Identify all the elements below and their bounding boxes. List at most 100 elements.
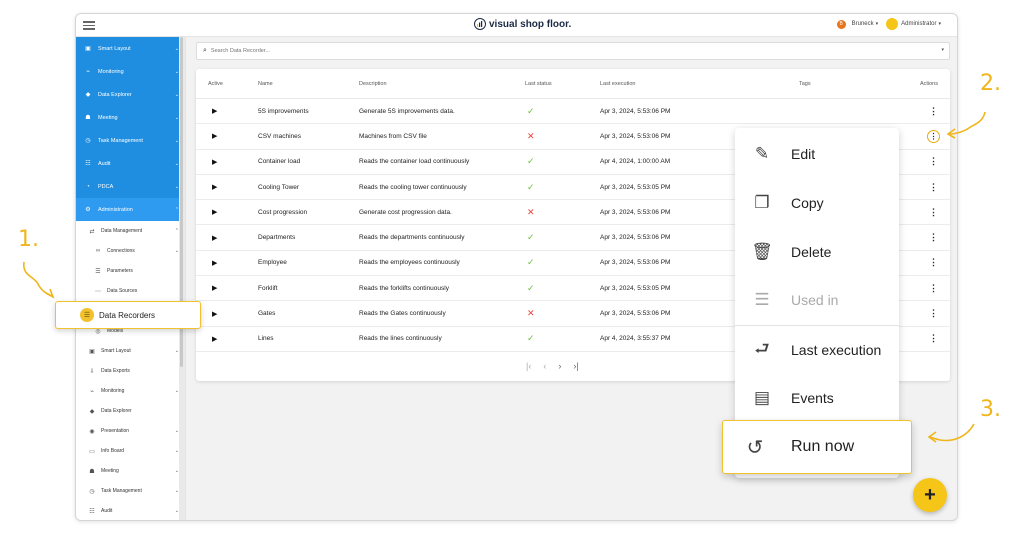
sidebar-item-connections[interactable]: ∞ Connections ⌄ (76, 241, 185, 261)
menu-item-label: Delete (791, 244, 832, 260)
pdca-icon: ◔ (86, 183, 90, 190)
next-page-icon[interactable]: › (558, 361, 561, 371)
play-icon[interactable]: ▶ (212, 311, 217, 318)
play-icon[interactable]: ▶ (212, 184, 217, 191)
sidebar-main-nav: ▣ Smart Layout ⌄ ⌁ Monitoring ⌄ ◆ Data Explor… (76, 37, 185, 221)
menu-item-last-execution[interactable]: ⮐ Last execution (735, 326, 899, 374)
play-icon[interactable]: ▶ (212, 209, 217, 216)
play-icon[interactable]: ▶ (212, 285, 217, 292)
last-page-icon[interactable]: ›| (573, 361, 578, 371)
sidebar-item-presentation[interactable]: ◉ Presentation ⌄ (76, 421, 185, 441)
sidebar-item-pdca[interactable]: ◔ PDCA ⌄ (76, 175, 185, 198)
pencil-icon: ✎ (754, 144, 770, 163)
sidebar-item-monitoring[interactable]: ⌁ Monitoring ⌄ (76, 60, 185, 83)
sidebar-item-info-board[interactable]: ▭ Info Board ⌄ (76, 441, 185, 461)
brand-logo-icon (474, 18, 486, 30)
admin-avatar-icon (886, 18, 899, 30)
check-icon: ✓ (527, 105, 535, 116)
first-page-icon[interactable]: |‹ (526, 361, 531, 371)
more-vert-icon[interactable]: ⋮ (929, 106, 938, 116)
menu-item-label: Edit (791, 146, 816, 162)
play-icon[interactable]: ▶ (212, 108, 217, 115)
more-vert-icon[interactable]: ⋮ (929, 156, 938, 166)
annotation-arrow-2 (946, 111, 986, 139)
meeting-icon: ☗ (89, 468, 95, 475)
more-vert-icon[interactable]: ⋮ (927, 129, 940, 143)
more-vert-icon[interactable]: ⋮ (929, 257, 938, 267)
play-icon[interactable]: ▶ (212, 260, 217, 267)
row-name: Forklift (258, 284, 278, 292)
sidebar-item-data-management[interactable]: ⇄ Data Management ⌃ (76, 221, 185, 241)
sidebar-item-data-recorders[interactable]: ☰ Data Recorders (55, 301, 201, 329)
header-description[interactable]: Description (359, 81, 387, 87)
link-icon: ∞ (95, 248, 101, 254)
menu-item-copy[interactable]: ❐ Copy (735, 179, 899, 227)
more-vert-icon[interactable]: ⋮ (929, 333, 938, 343)
sidebar-item-data-explorer-2[interactable]: ◆ Data Explorer (76, 401, 185, 421)
sidebar-item-audit[interactable]: ☷ Audit ⌄ (76, 152, 185, 175)
row-last-execution: Apr 3, 2024, 5:53:05 PM (600, 284, 671, 292)
sidebar-item-administration[interactable]: ⚙ Administration ⌃ (76, 198, 185, 221)
sidebar-item-label: Data Explorer (98, 91, 132, 98)
header-last-execution[interactable]: Last execution (600, 81, 635, 87)
sidebar-item-task-management[interactable]: ◷ Task Management ⌄ (76, 129, 185, 152)
more-vert-icon[interactable]: ⋮ (929, 207, 938, 217)
sidebar-item-meeting[interactable]: ☗ Meeting ⌄ (76, 106, 185, 129)
check-icon: ✓ (527, 232, 535, 243)
location-menu[interactable]: Bruneck (852, 21, 874, 27)
play-icon[interactable]: ▶ (212, 336, 217, 343)
sidebar-item-data-exports[interactable]: ⇩ Data Exports (76, 361, 185, 381)
error-x-icon: ✕ (527, 308, 535, 319)
error-x-icon: ✕ (527, 130, 535, 141)
meeting-icon: ☗ (85, 115, 91, 121)
table-header: Active Name Description Last status Last… (196, 69, 950, 99)
sidebar-item-data-sources[interactable]: ⋯ Data Sources (76, 281, 185, 301)
row-last-execution: Apr 4, 2024, 3:55:37 PM (600, 335, 671, 343)
sidebar-item-smart-layout-2[interactable]: ▣ Smart Layout ⌄ (76, 341, 185, 361)
prev-page-icon[interactable]: ‹ (543, 361, 546, 371)
menu-item-delete[interactable]: 🗑 Delete (735, 228, 899, 276)
table-row[interactable]: ▶ 5S improvements Generate 5S improvements… (196, 99, 950, 125)
search-bar[interactable]: ⌕ ▾ (196, 42, 950, 60)
gear-icon: ⚙ (85, 207, 91, 213)
check-icon: ✓ (527, 181, 535, 192)
annotation-arrow-1 (23, 261, 55, 299)
chevron-down-icon[interactable]: ▾ (941, 47, 944, 53)
restart-icon: ↺ (746, 436, 764, 459)
menu-item-events[interactable]: ▤ Events (735, 374, 899, 422)
sidebar-item-meeting-2[interactable]: ☗ Meeting ⌄ (76, 461, 185, 481)
menu-item-run-now[interactable]: ↺ Run now (722, 420, 912, 474)
play-icon[interactable]: ▶ (212, 159, 217, 166)
sidebar-item-smart-layout[interactable]: ▣ Smart Layout ⌄ (76, 37, 185, 60)
sidebar-item-task-management-2[interactable]: ◷ Task Management ⌄ (76, 481, 185, 501)
hamburger-menu-icon[interactable] (83, 19, 95, 31)
play-icon[interactable]: ▶ (212, 133, 217, 140)
search-input[interactable] (210, 48, 911, 54)
annotation-step-2: 2. (980, 71, 1001, 96)
more-vert-icon[interactable]: ⋮ (929, 182, 938, 192)
row-description: Reads the forklifts continuously (359, 284, 449, 292)
row-description: Reads the cooling tower continuously (359, 183, 467, 191)
header-last-status[interactable]: Last status (525, 81, 552, 87)
play-icon[interactable]: ▶ (212, 235, 217, 242)
sidebar-item-audit-2[interactable]: ☷ Audit ⌄ (76, 501, 185, 520)
annotation-step-3: 3. (980, 397, 1001, 422)
row-name: 5S improvements (258, 107, 309, 115)
row-description: Reads the lines continuously (359, 335, 442, 343)
more-vert-icon[interactable]: ⋮ (929, 283, 938, 293)
menu-item-used-in: ☰ Used in (735, 276, 899, 324)
sidebar-item-data-explorer[interactable]: ◆ Data Explorer ⌄ (76, 83, 185, 106)
header-name[interactable]: Name (258, 81, 273, 87)
header-active: Active (208, 80, 223, 87)
menu-item-edit[interactable]: ✎ Edit (735, 130, 899, 178)
sidebar-item-label: Monitoring (101, 388, 125, 394)
monitor-icon: ▭ (89, 448, 95, 455)
more-vert-icon[interactable]: ⋮ (929, 232, 938, 242)
row-description: Reads the departments continuously (359, 234, 465, 242)
more-vert-icon[interactable]: ⋮ (929, 308, 938, 318)
check-icon: ✓ (527, 282, 535, 293)
sidebar-item-parameters[interactable]: ☰ Parameters (76, 261, 185, 281)
add-button[interactable]: + (913, 478, 947, 512)
sidebar-item-monitoring-2[interactable]: ⌁ Monitoring ⌄ (76, 381, 185, 401)
admin-menu[interactable]: Administrator (901, 21, 936, 27)
